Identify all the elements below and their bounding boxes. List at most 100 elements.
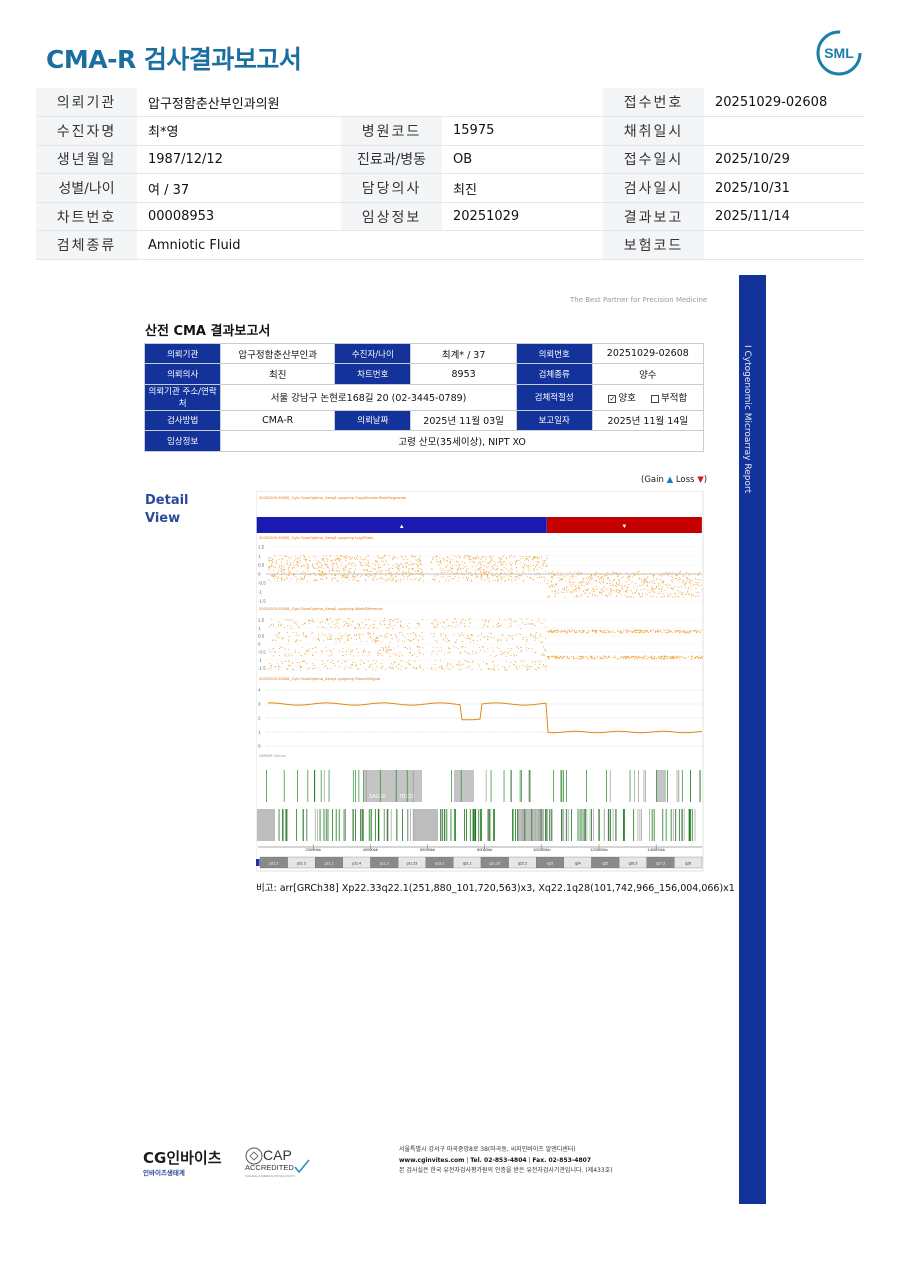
log2-point [468,555,470,557]
log2-point [536,556,538,558]
gene-mark [571,809,572,841]
allele-point [548,632,550,633]
log2-point [451,567,453,569]
log2-point [658,573,660,575]
value-cell: 2025/10/29 [704,145,864,175]
allele-point [545,649,547,651]
coordinate-tick-label: 80000kb [477,847,493,852]
log2-point [650,596,652,598]
allele-point [338,627,340,629]
allele-point [338,618,340,620]
log2-point [276,580,278,582]
log2-point [317,560,319,562]
track-title: 20251029-02608_Cyto ScanOptima_Array1.cy… [259,495,406,500]
allele-point [444,636,446,638]
log2-point [608,574,610,576]
allele-point [379,649,381,651]
label-cell: 검사방법 [143,409,222,432]
gene-mark [623,809,624,841]
log2-point [354,565,356,567]
allele-point [330,636,332,638]
allele-point [660,657,662,658]
footer-cert: 본 검사실은 한국 유전자검사평가원의 인증을 받은 유전자검사기관입니다. (… [399,1167,613,1174]
allele-point [564,631,566,632]
log2-point [562,578,564,579]
log2-point [649,591,651,593]
log2-point [546,566,548,568]
allele-point [310,632,312,634]
allele-point [531,619,533,621]
allele-point [360,627,362,629]
allele-point [345,665,347,667]
log2-point [481,574,483,576]
allele-point [643,655,645,657]
log2-point [477,570,479,572]
allele-point [498,668,500,670]
allele-point [326,618,328,619]
allele-point [477,635,479,637]
allele-point [270,665,272,667]
gene-mark [460,770,462,802]
log2-point [518,559,520,561]
allele-point [511,621,513,622]
allele-point [438,666,440,668]
allele-point [689,630,691,632]
gene-mark [537,809,539,841]
allele-point [491,668,493,670]
allele-point [298,652,300,654]
log2-point [325,564,327,566]
log2-point [485,574,487,576]
allele-point [368,652,370,654]
allele-point [504,651,506,653]
allele-point [665,632,667,633]
allele-point [335,619,337,621]
allele-point [469,665,471,667]
log2-point [282,558,283,560]
allele-point [684,630,686,632]
allele-point [646,655,648,657]
unchecked-box-icon [650,394,659,403]
log2-point [486,571,488,572]
log2-point [298,558,300,560]
log2-point [367,571,369,573]
log2-point [419,560,421,561]
log2-point [488,577,490,579]
log2-point [388,577,390,579]
log2-point [296,578,298,580]
label-cell: 검체종류 [36,230,137,261]
allele-point [460,634,462,636]
allele-point [464,646,466,648]
log2-point [353,563,355,564]
log2-point [377,564,379,565]
gene-mark [320,770,322,802]
gene-mark [665,809,667,841]
gene-mark [328,770,330,802]
log2-point [645,593,646,595]
gene-mark [440,809,442,841]
log2-point [680,571,682,572]
log2-point [479,571,481,573]
log2-point [535,574,537,576]
log2-point [367,562,369,564]
allele-point [400,626,402,628]
allele-point [686,632,688,634]
log2-point [345,577,347,579]
allele-point [387,647,389,649]
allele-point [514,664,516,666]
allele-point [311,618,313,620]
gene-region-block [454,770,474,802]
log2-point [669,585,671,587]
log2-point [478,569,480,571]
allele-point [296,624,298,626]
allele-point [554,630,556,632]
log2-point [629,596,631,598]
allele-point [309,620,311,622]
log2-point [697,583,698,585]
log2-point [617,578,619,580]
allele-point [535,637,537,639]
allele-point [655,630,657,632]
log2-point [522,580,524,582]
log2-point [335,569,337,571]
allele-point [370,636,372,638]
log2-point [619,590,621,592]
